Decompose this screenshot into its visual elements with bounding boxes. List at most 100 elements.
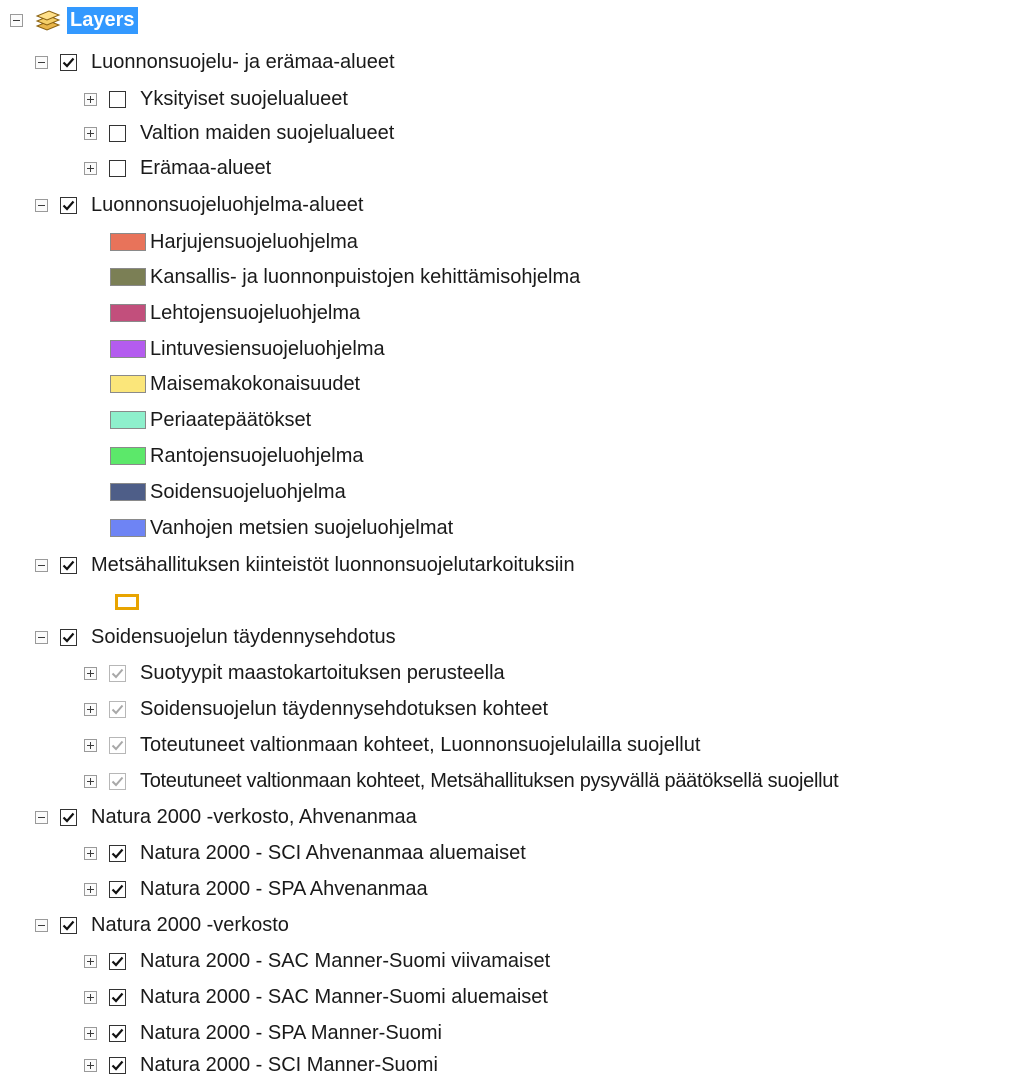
legend-label: Harjujensuojeluohjelma: [150, 230, 358, 253]
legend-swatch: [110, 411, 146, 429]
layer-label: Suotyypit maastokartoituksen perusteella: [140, 661, 505, 684]
layer-label: Natura 2000 -verkosto, Ahvenanmaa: [91, 805, 417, 828]
layer-label: Natura 2000 - SCI Ahvenanmaa aluemaiset: [140, 841, 526, 864]
legend-label: Periaatepäätökset: [150, 408, 312, 431]
layer-label: Natura 2000 -verkosto: [91, 913, 289, 936]
layer-label: Luonnonsuojeluohjelma-alueet: [91, 193, 364, 216]
expand-toggle-icon[interactable]: [84, 666, 97, 680]
visibility-checkbox[interactable]: [109, 1024, 126, 1042]
legend-item: Lintuvesiensuojeluohjelma: [110, 332, 385, 366]
visibility-checkbox[interactable]: [60, 628, 77, 646]
expand-toggle-icon[interactable]: [84, 161, 97, 175]
visibility-checkbox[interactable]: [60, 53, 77, 71]
visibility-checkbox[interactable]: [109, 952, 126, 970]
legend-item: Maisemakokonaisuudet: [110, 367, 360, 401]
layer-group-row[interactable]: Luonnonsuojelu- ja erämaa-alueet: [35, 45, 395, 79]
expand-toggle-icon[interactable]: [84, 954, 97, 968]
visibility-checkbox[interactable]: [109, 1056, 126, 1074]
visibility-checkbox[interactable]: [60, 808, 77, 826]
layer-label: Yksityiset suojelualueet: [140, 87, 348, 110]
collapse-toggle-icon[interactable]: [35, 558, 48, 572]
legend-swatch: [110, 447, 146, 465]
legend-item: [115, 585, 139, 619]
expand-toggle-icon[interactable]: [84, 882, 97, 896]
legend-label: Vanhojen metsien suojeluohjelmat: [150, 516, 454, 539]
legend-label: Lehtojensuojeluohjelma: [150, 301, 361, 324]
visibility-checkbox[interactable]: [60, 196, 77, 214]
collapse-toggle-icon[interactable]: [35, 630, 48, 644]
expand-toggle-icon[interactable]: [84, 92, 97, 106]
layer-row[interactable]: Natura 2000 - SPA Manner-Suomi: [84, 1016, 442, 1050]
hollow-polygon-symbol-icon: [115, 594, 139, 610]
layers-stack-icon: [35, 10, 61, 31]
visibility-checkbox[interactable]: [109, 736, 126, 754]
collapse-toggle-icon[interactable]: [35, 198, 48, 212]
collapse-toggle-icon[interactable]: [35, 55, 48, 69]
expand-toggle-icon[interactable]: [84, 126, 97, 140]
visibility-checkbox[interactable]: [109, 664, 126, 682]
legend-swatch: [110, 483, 146, 501]
collapse-toggle-icon[interactable]: [10, 13, 23, 27]
layer-label: Erämaa-alueet: [140, 156, 272, 179]
layer-row[interactable]: Toteutuneet valtionmaan kohteet, Metsäha…: [84, 764, 839, 798]
layer-row[interactable]: Natura 2000 - SCI Ahvenanmaa aluemaiset: [84, 836, 526, 870]
layer-label: Natura 2000 - SCI Manner-Suomi: [140, 1053, 438, 1076]
visibility-checkbox[interactable]: [109, 159, 126, 177]
expand-toggle-icon[interactable]: [84, 990, 97, 1004]
visibility-checkbox[interactable]: [109, 880, 126, 898]
toc-root-layers[interactable]: Layers: [10, 3, 138, 37]
legend-swatch: [110, 340, 146, 358]
expand-toggle-icon[interactable]: [84, 1026, 97, 1040]
collapse-toggle-icon[interactable]: [35, 918, 48, 932]
expand-toggle-icon[interactable]: [84, 1058, 97, 1072]
layer-label: Valtion maiden suojelualueet: [140, 121, 395, 144]
layer-row[interactable]: Natura 2000 - SAC Manner-Suomi aluemaise…: [84, 980, 548, 1014]
layer-label: Toteutuneet valtionmaan kohteet, Metsäha…: [140, 769, 839, 792]
legend-item: Rantojensuojeluohjelma: [110, 439, 363, 473]
legend-label: Maisemakokonaisuudet: [150, 372, 361, 395]
layer-row[interactable]: Valtion maiden suojelualueet: [84, 116, 394, 150]
legend-item: Kansallis- ja luonnonpuistojen kehittämi…: [110, 260, 580, 294]
legend-label: Soidensuojeluohjelma: [150, 480, 346, 503]
visibility-checkbox[interactable]: [109, 988, 126, 1006]
visibility-checkbox[interactable]: [60, 556, 77, 574]
visibility-checkbox[interactable]: [109, 90, 126, 108]
layer-row[interactable]: Toteutuneet valtionmaan kohteet, Luonnon…: [84, 728, 700, 762]
layer-row[interactable]: Natura 2000 - SAC Manner-Suomi viivamais…: [84, 944, 550, 978]
layer-group-row[interactable]: Metsähallituksen kiinteistöt luonnonsuoj…: [35, 548, 575, 582]
legend-label: Rantojensuojeluohjelma: [150, 444, 364, 467]
legend-item: Lehtojensuojeluohjelma: [110, 296, 360, 330]
toc-root-label[interactable]: Layers: [67, 6, 138, 34]
legend-item: Vanhojen metsien suojeluohjelmat: [110, 511, 453, 545]
layer-group-row[interactable]: Luonnonsuojeluohjelma-alueet: [35, 188, 363, 222]
layer-group-row[interactable]: Natura 2000 -verkosto: [35, 908, 289, 942]
layer-label: Soidensuojelun täydennysehdotus: [91, 625, 396, 648]
layer-row[interactable]: Soidensuojelun täydennysehdotuksen kohte…: [84, 692, 548, 726]
layer-label: Soidensuojelun täydennysehdotuksen kohte…: [140, 697, 549, 720]
layer-row[interactable]: Natura 2000 - SPA Ahvenanmaa: [84, 872, 428, 906]
expand-toggle-icon[interactable]: [84, 846, 97, 860]
layer-row[interactable]: Yksityiset suojelualueet: [84, 82, 348, 116]
layer-row[interactable]: Erämaa-alueet: [84, 151, 271, 185]
visibility-checkbox[interactable]: [109, 700, 126, 718]
layer-label: Natura 2000 - SPA Ahvenanmaa: [140, 877, 428, 900]
layer-label: Natura 2000 - SPA Manner-Suomi: [140, 1021, 443, 1044]
table-of-contents: Layers Luonnonsuojelu- ja erämaa-alueet …: [0, 0, 1027, 1081]
layer-row[interactable]: Suotyypit maastokartoituksen perusteella: [84, 656, 505, 690]
layer-label: Metsähallituksen kiinteistöt luonnonsuoj…: [91, 553, 575, 576]
expand-toggle-icon[interactable]: [84, 774, 97, 788]
legend-swatch: [110, 519, 146, 537]
expand-toggle-icon[interactable]: [84, 738, 97, 752]
layer-label: Natura 2000 - SAC Manner-Suomi aluemaise…: [140, 985, 548, 1008]
visibility-checkbox[interactable]: [109, 124, 126, 142]
visibility-checkbox[interactable]: [109, 844, 126, 862]
layer-group-row[interactable]: Soidensuojelun täydennysehdotus: [35, 620, 396, 654]
layer-group-row[interactable]: Natura 2000 -verkosto, Ahvenanmaa: [35, 800, 417, 834]
collapse-toggle-icon[interactable]: [35, 810, 48, 824]
layer-row[interactable]: Natura 2000 - SCI Manner-Suomi: [84, 1048, 438, 1082]
expand-toggle-icon[interactable]: [84, 702, 97, 716]
layer-label: Toteutuneet valtionmaan kohteet, Luonnon…: [140, 733, 701, 756]
visibility-checkbox[interactable]: [60, 916, 77, 934]
legend-item: Soidensuojeluohjelma: [110, 475, 346, 509]
visibility-checkbox[interactable]: [109, 772, 126, 790]
